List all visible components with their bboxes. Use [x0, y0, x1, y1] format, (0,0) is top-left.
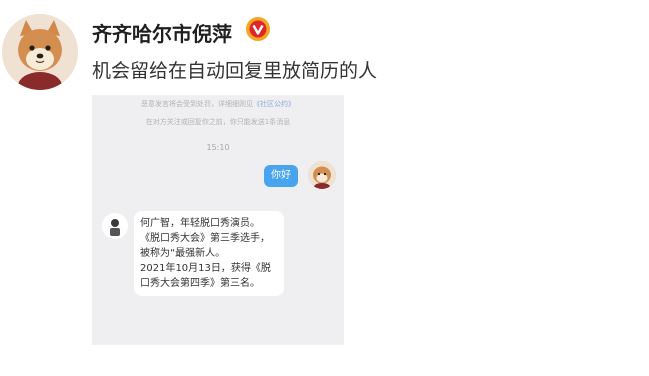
reply-user-avatar	[102, 213, 128, 239]
chat-timestamp: 15:10	[206, 143, 230, 152]
chat-notice-rules: 恶意发言将会受到处罚，详细细则见《社区公约》	[92, 99, 344, 109]
message-line: 何广智，年轻脱口秀演员。	[140, 218, 260, 229]
post-text: 机会留给在自动回复里放简历的人	[92, 60, 378, 82]
verified-badge-icon	[245, 16, 271, 42]
author-avatar[interactable]	[2, 14, 78, 90]
community-rules-link: 《社区公约》	[253, 100, 295, 108]
chat-notice-text: 恶意发言将会受到处罚，详细细则见	[141, 100, 253, 108]
outgoing-message-bubble: 你好	[264, 165, 298, 187]
post-image-chat-screenshot[interactable]: 恶意发言将会受到处罚，详细细则见《社区公约》 在对方关注或回复你之前，你只能发送…	[92, 95, 344, 345]
chat-notice-limit: 在对方关注或回复你之前，你只能发送1条消息	[145, 118, 291, 126]
message-line: 2021年10月13日，获得《脱	[140, 263, 271, 274]
message-line: 口秀大会第四季》第三名。	[140, 278, 260, 289]
author-name[interactable]: 齐齐哈尔市倪萍	[92, 18, 232, 47]
incoming-message-bubble: 何广智，年轻脱口秀演员。 《脱口秀大会》第三季选手， 被称为“最强新人。 202…	[134, 211, 284, 296]
message-line: 被称为“最强新人。	[140, 248, 226, 259]
message-line: 《脱口秀大会》第三季选手，	[140, 233, 270, 244]
sender-avatar	[308, 161, 336, 189]
